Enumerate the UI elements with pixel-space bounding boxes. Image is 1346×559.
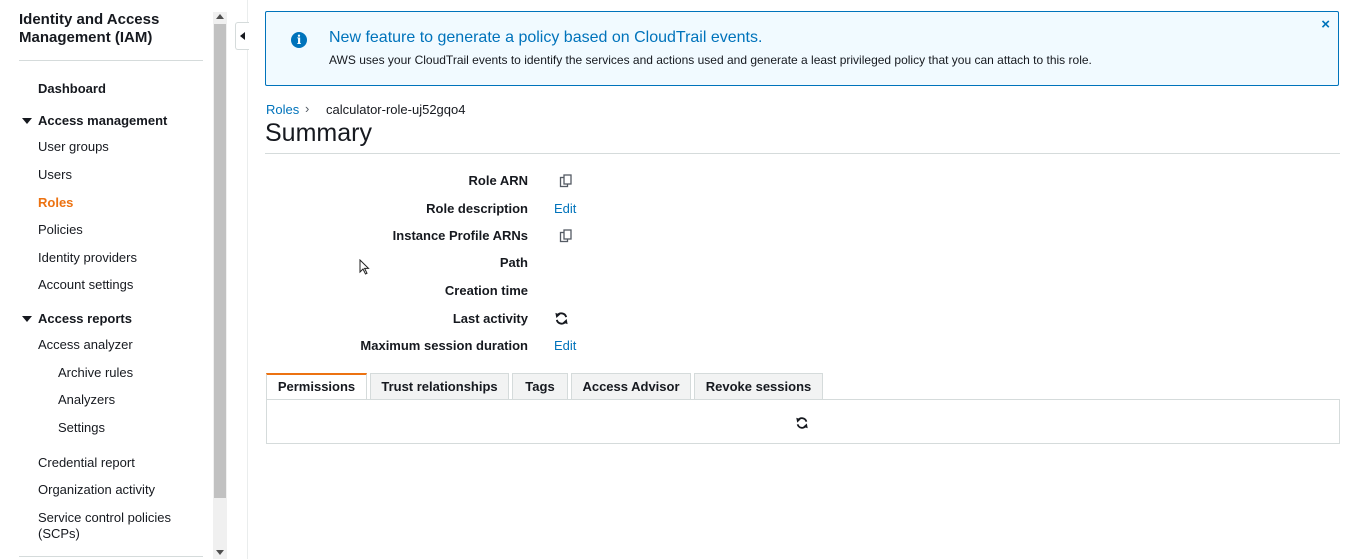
tab-revoke-sessions[interactable]: Revoke sessions — [694, 373, 823, 399]
instance-profile-arns-label: Instance Profile ARNs — [392, 228, 528, 243]
banner-text: AWS uses your CloudTrail events to ident… — [329, 53, 1092, 67]
info-icon: i — [291, 32, 307, 48]
sidebar-title: Identity and Access Management (IAM) — [19, 11, 160, 46]
scrollbar-thumb[interactable] — [214, 24, 226, 498]
section-access-reports-label: Access reports — [38, 311, 132, 326]
content-divider — [247, 0, 248, 559]
sidebar-item-analyzers[interactable]: Analyzers — [58, 392, 115, 407]
sidebar-item-settings[interactable]: Settings — [58, 420, 105, 435]
sidebar-divider — [19, 60, 203, 61]
page-title: Summary — [265, 119, 372, 147]
section-access-management-label: Access management — [38, 113, 168, 128]
max-session-duration-label: Maximum session duration — [360, 338, 528, 353]
sidebar-item-access-analyzer[interactable]: Access analyzer — [38, 337, 133, 352]
loading-spinner-icon — [796, 417, 808, 429]
role-description-label: Role description — [426, 201, 528, 216]
collapse-sidebar-button[interactable] — [235, 22, 249, 50]
breadcrumb-current: calculator-role-uj52gqo4 — [326, 102, 466, 117]
sidebar-item-users[interactable]: Users — [38, 167, 72, 182]
sidebar-item-roles[interactable]: Roles — [38, 195, 73, 210]
tab-access-advisor[interactable]: Access Advisor — [571, 373, 691, 399]
banner-title: New feature to generate a policy based o… — [329, 29, 763, 46]
mouse-pointer-icon — [359, 259, 370, 275]
section-access-reports[interactable]: Access reports — [22, 311, 132, 326]
section-access-management[interactable]: Access management — [22, 113, 167, 128]
creation-time-label: Creation time — [444, 283, 528, 298]
caret-down-icon — [22, 117, 32, 124]
breadcrumb-roles-link[interactable]: Roles — [266, 102, 299, 117]
sidebar-item-identity-providers[interactable]: Identity providers — [38, 250, 137, 265]
copy-icon[interactable] — [559, 229, 573, 243]
sidebar-item-account-settings[interactable]: Account settings — [38, 277, 133, 292]
permissions-tab-panel — [266, 399, 1340, 444]
sidebar-item-policies[interactable]: Policies — [38, 222, 83, 237]
sidebar-item-archive-rules[interactable]: Archive rules — [58, 365, 133, 380]
sidebar-bottom-divider — [19, 556, 203, 557]
sidebar-item-dashboard[interactable]: Dashboard — [38, 81, 106, 96]
sidebar-item-user-groups[interactable]: User groups — [38, 139, 109, 154]
scroll-down-arrow-icon[interactable] — [216, 550, 224, 555]
sidebar-scrollbar[interactable] — [213, 12, 227, 559]
scroll-up-arrow-icon[interactable] — [216, 14, 224, 19]
tab-trust-relationships[interactable]: Trust relationships — [370, 373, 509, 399]
sidebar: Identity and Access Management (IAM) Das… — [0, 0, 212, 559]
sidebar-item-credential-report[interactable]: Credential report — [38, 455, 135, 470]
sidebar-item-scps[interactable]: Service control policies (SCPs) — [38, 510, 188, 542]
role-description-edit-link[interactable]: Edit — [554, 201, 576, 216]
tab-tags[interactable]: Tags — [512, 373, 568, 399]
info-banner: i New feature to generate a policy based… — [265, 11, 1339, 86]
last-activity-label: Last activity — [452, 311, 528, 326]
breadcrumb-separator: › — [305, 101, 310, 116]
max-session-duration-edit-link[interactable]: Edit — [554, 338, 576, 353]
tab-permissions[interactable]: Permissions — [266, 373, 367, 400]
caret-down-icon — [22, 315, 32, 322]
close-icon[interactable]: × — [1321, 16, 1330, 33]
path-label: Path — [499, 255, 528, 270]
sidebar-item-organization-activity[interactable]: Organization activity — [38, 482, 155, 497]
copy-icon[interactable] — [559, 174, 573, 188]
role-arn-label: Role ARN — [468, 173, 528, 188]
refresh-icon — [555, 312, 568, 325]
title-divider — [265, 153, 1340, 154]
